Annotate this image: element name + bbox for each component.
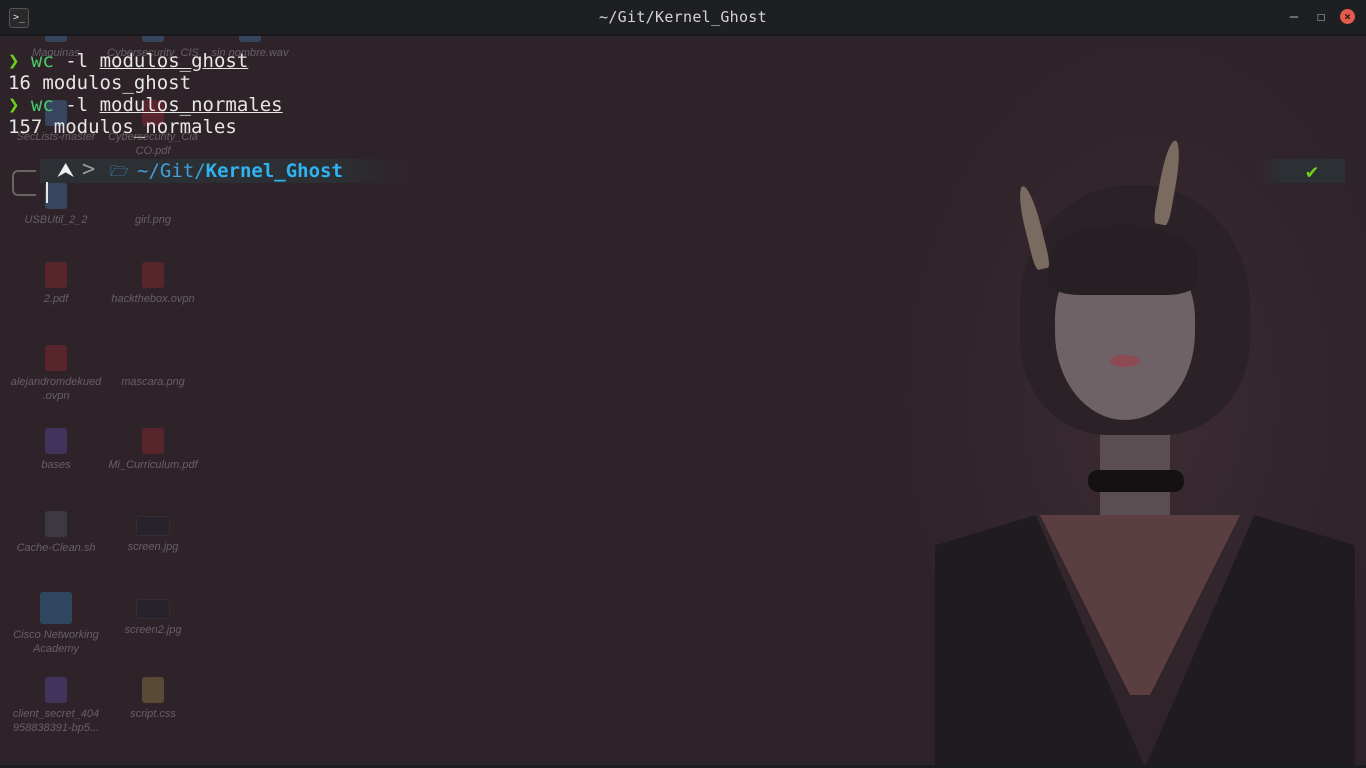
prompt-symbol: ❯	[8, 50, 20, 72]
desktop-icon-label: USBUtil_2_2	[24, 214, 88, 226]
window-title: ~/Git/Kernel_Ghost	[599, 8, 767, 26]
json-icon	[45, 677, 67, 703]
image-icon	[142, 183, 164, 209]
shell-prompt: ⮝ > 🗁 ~/Git/Kernel_Ghost ✔	[0, 157, 1366, 196]
desktop-icon[interactable]: screen.jpg	[105, 516, 201, 554]
desktop-icon-label: client_secret_404 958838391-bp5...	[12, 708, 100, 734]
desktop-icon[interactable]: bases	[8, 428, 104, 472]
command-name: wc	[30, 94, 54, 116]
pdf-icon	[45, 262, 67, 288]
desktop-icon-label: Cache-Clean.sh	[16, 542, 96, 554]
folder-open-icon: 🗁	[110, 162, 129, 180]
cisco-icon	[40, 592, 72, 624]
desktop-icon[interactable]: script.css	[105, 677, 201, 721]
prompt-separator: >	[82, 157, 96, 182]
desktop-icons: Maquinas Cybersecurity_CIS sin nombre.wa…	[0, 16, 320, 768]
command-line: ❯ wc -l modulos_normales	[8, 94, 283, 116]
command-argument: modulos_normales	[99, 94, 283, 116]
css-icon	[142, 677, 164, 703]
image-icon	[136, 599, 170, 619]
vpn-icon	[45, 345, 67, 371]
minimize-icon[interactable]: —	[1286, 9, 1302, 25]
desktop-icon-label: mascara.png	[121, 376, 185, 388]
pdf-icon	[142, 428, 164, 454]
desktop-icon[interactable]: client_secret_404 958838391-bp5...	[8, 677, 104, 735]
command-argument: modulos_ghost	[99, 50, 249, 72]
wallpaper-figure-collar	[1088, 470, 1184, 492]
folder-icon	[45, 183, 67, 209]
command-line: ❯ wc -l modulos_ghost	[8, 50, 283, 72]
desktop-icon[interactable]: alejandromdekued .ovpn	[8, 345, 104, 403]
desktop-icon[interactable]: 2.pdf	[8, 262, 104, 306]
database-icon	[45, 428, 67, 454]
desktop-icon-label: screen.jpg	[127, 541, 179, 553]
desktop-icon[interactable]: Cisco Networking Academy	[8, 592, 104, 656]
desktop-icon-label: 2.pdf	[43, 293, 69, 305]
vpn-icon	[142, 262, 164, 288]
desktop-icon-label: script.css	[130, 708, 176, 720]
desktop-icon[interactable]: mascara.png	[105, 345, 201, 389]
command-flag: -l	[53, 94, 100, 116]
arch-linux-icon: ⮝	[58, 160, 74, 181]
image-icon	[142, 345, 164, 371]
desktop-icon-label: girl.png	[134, 214, 172, 226]
status-ok-icon: ✔	[1306, 159, 1319, 183]
prompt-path-prefix: ~/Git/	[137, 160, 206, 182]
prompt-frame	[12, 170, 36, 196]
desktop-icon-label: screen2.jpg	[124, 624, 182, 636]
desktop-icon[interactable]: girl.png	[105, 183, 201, 227]
prompt-segment-right	[1255, 159, 1345, 183]
desktop-icon-label: Cisco Networking Academy	[13, 629, 99, 655]
prompt-symbol: ❯	[8, 94, 20, 116]
desktop-icon-label: bases	[41, 459, 71, 471]
prompt-path-current: Kernel_Ghost	[205, 160, 343, 182]
text-cursor[interactable]	[46, 182, 48, 203]
desktop-icon[interactable]: Cache-Clean.sh	[8, 511, 104, 555]
desktop-icon-label: alejandromdekued .ovpn	[10, 376, 102, 402]
terminal-output: ❯ wc -l modulos_ghost 16 modulos_ghost ❯…	[8, 50, 283, 138]
image-icon	[136, 516, 170, 536]
command-flag: -l	[53, 50, 100, 72]
desktop-icon-label: Mi_Curriculum.pdf	[108, 459, 198, 471]
command-output: 16 modulos_ghost	[8, 72, 192, 94]
prompt-path: ~/Git/Kernel_Ghost	[137, 159, 343, 183]
close-icon[interactable]: ×	[1340, 9, 1355, 24]
command-output: 157 modulos_normales	[8, 116, 237, 138]
command-name: wc	[30, 50, 54, 72]
window-titlebar[interactable]: >_ ~/Git/Kernel_Ghost — ☐ ×	[0, 0, 1366, 36]
script-icon	[45, 511, 67, 537]
desktop-icon[interactable]: screen2.jpg	[105, 599, 201, 637]
desktop-icon[interactable]: Mi_Curriculum.pdf	[105, 428, 201, 472]
desktop-icon[interactable]: hackthebox.ovpn	[105, 262, 201, 306]
wallpaper-figure-lips	[1110, 355, 1140, 367]
wallpaper-figure-bangs	[1048, 225, 1198, 295]
desktop-icon-label: hackthebox.ovpn	[111, 293, 195, 305]
maximize-icon[interactable]: ☐	[1313, 9, 1329, 25]
